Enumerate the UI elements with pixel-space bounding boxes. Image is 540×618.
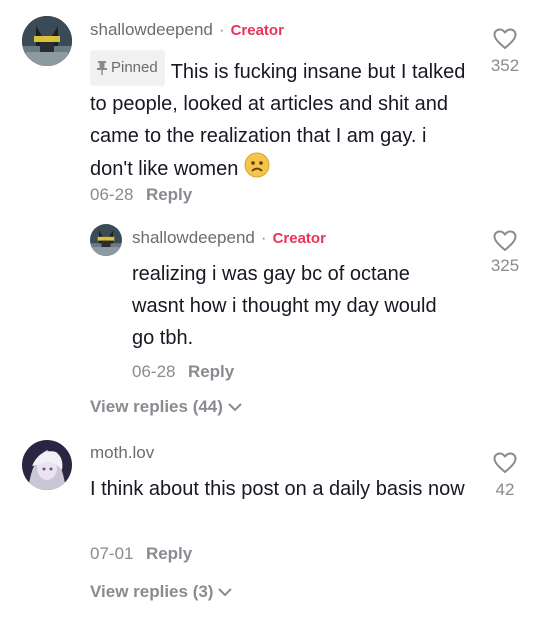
comment-username[interactable]: moth.lov	[90, 443, 154, 463]
view-replies-button[interactable]: View replies (3)	[90, 582, 233, 602]
reply-date: 06-28	[132, 362, 176, 381]
reply-username[interactable]: shallowdeepend	[132, 228, 255, 248]
like-button[interactable]	[485, 230, 525, 257]
like-button[interactable]	[485, 452, 525, 479]
heart-outline-icon	[493, 28, 517, 49]
like-count: 42	[495, 480, 515, 499]
view-replies-label: View replies (3)	[90, 582, 214, 601]
comment-date: 06-28	[90, 185, 134, 204]
reply-header: shallowdeepend · Creator	[132, 228, 326, 248]
avatar-image	[90, 224, 122, 256]
comment-header: shallowdeepend · Creator	[90, 20, 284, 40]
comment-username[interactable]: shallowdeepend	[90, 20, 213, 40]
comment-text: I think about this post on a daily basis…	[90, 478, 465, 500]
separator-dot: ·	[260, 228, 267, 247]
comment-body: Pinned This is fucking insane but I talk…	[90, 50, 470, 185]
comment-meta: 06-28 Reply	[90, 185, 192, 205]
pinned-label: Pinned	[111, 59, 158, 76]
like-count: 352	[490, 56, 520, 75]
avatar-image	[22, 16, 72, 66]
avatar-shallowdeepend[interactable]	[22, 16, 72, 66]
view-replies-button[interactable]: View replies (44)	[90, 397, 243, 417]
pinned-badge: Pinned	[90, 50, 165, 86]
heart-outline-icon	[493, 230, 517, 251]
reply-button[interactable]: Reply	[146, 185, 192, 204]
reply-meta: 06-28 Reply	[132, 362, 234, 382]
separator-dot: ·	[218, 20, 225, 39]
comment-meta: 07-01 Reply	[90, 544, 192, 564]
pin-icon	[97, 61, 107, 75]
avatar-image	[22, 440, 72, 490]
comment-date: 07-01	[90, 544, 134, 563]
chevron-down-icon	[218, 588, 233, 597]
heart-outline-icon	[493, 452, 517, 473]
creator-badge: Creator	[272, 230, 326, 247]
reply-button[interactable]: Reply	[188, 362, 234, 381]
avatar-shallowdeepend[interactable]	[90, 224, 122, 256]
like-button[interactable]	[485, 28, 525, 55]
chevron-down-icon	[228, 403, 242, 412]
avatar-moth-lov[interactable]	[22, 440, 72, 490]
reply-button[interactable]: Reply	[146, 544, 192, 563]
like-count: 325	[490, 256, 520, 275]
view-replies-label: View replies (44)	[90, 397, 223, 416]
creator-badge: Creator	[230, 22, 284, 39]
worried-face-icon	[244, 152, 270, 178]
reply-text: realizing i was gay bc of octane wasnt h…	[132, 263, 437, 349]
